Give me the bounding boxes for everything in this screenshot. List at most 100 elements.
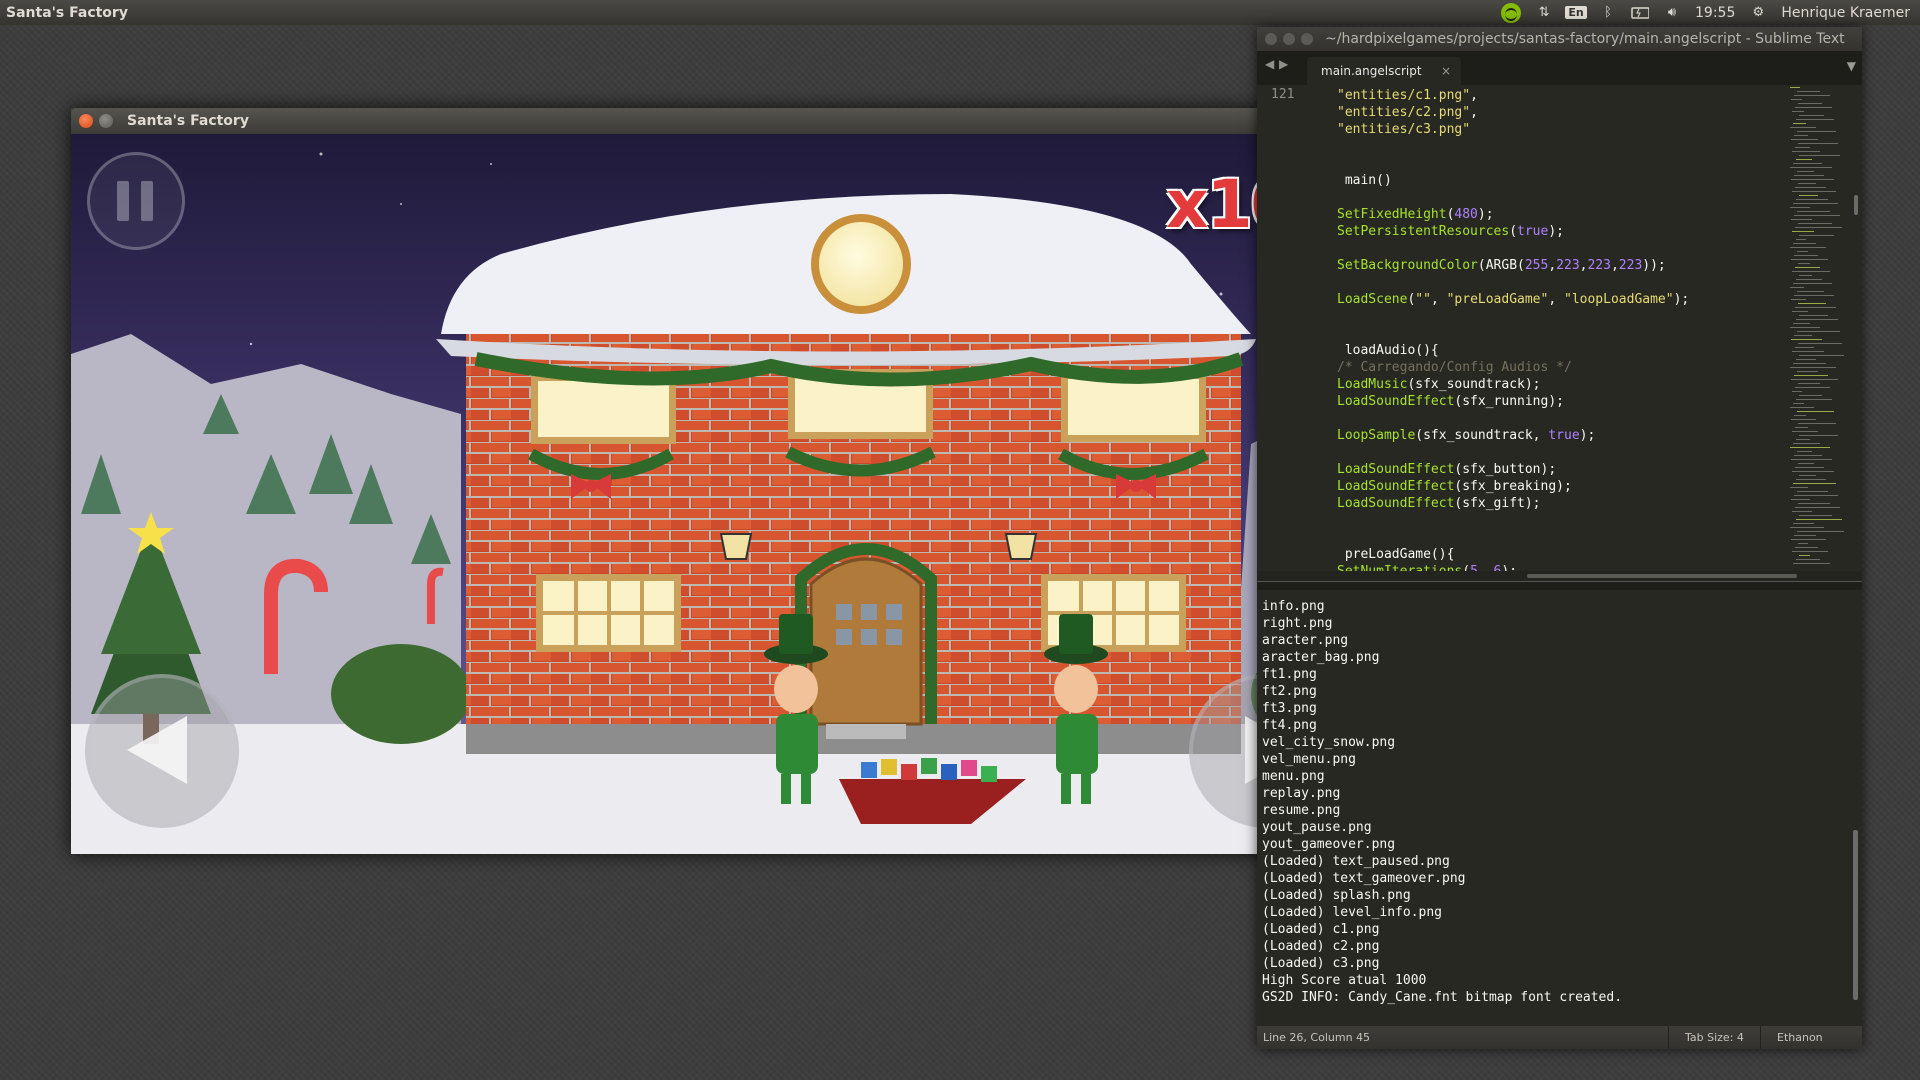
- minimap-line: [1798, 303, 1826, 304]
- volume-icon[interactable]: 🔊︎: [1663, 4, 1681, 22]
- window-minimize-button[interactable]: [99, 114, 113, 128]
- horizontal-scroll-thumb[interactable]: [1527, 574, 1797, 578]
- minimap-line: [1792, 231, 1814, 232]
- minimap-line: [1798, 103, 1822, 104]
- tab-main-angelscript[interactable]: main.angelscript ×: [1307, 57, 1461, 85]
- bluetooth-icon[interactable]: ᛒ: [1599, 4, 1617, 22]
- minimap-line: [1798, 543, 1808, 544]
- window-close-button[interactable]: [1265, 33, 1277, 45]
- keyboard-layout-icon[interactable]: En: [1565, 4, 1587, 22]
- minimap-line: [1793, 443, 1820, 444]
- minimap-line: [1795, 307, 1836, 308]
- active-app-title: Santa's Factory: [6, 4, 128, 21]
- cursor-position: Line 26, Column 45: [1263, 1031, 1371, 1044]
- editor-scrollbar[interactable]: [1854, 195, 1858, 215]
- minimap-line: [1796, 199, 1828, 200]
- minimap-line: [1799, 155, 1840, 156]
- user-name[interactable]: Henrique Kraemer: [1781, 5, 1910, 21]
- minimap-line: [1794, 255, 1818, 256]
- minimap-line: [1798, 263, 1810, 264]
- minimap-line: [1790, 367, 1836, 368]
- minimap-line: [1796, 519, 1842, 520]
- minimap-line: [1791, 259, 1828, 260]
- game-titlebar[interactable]: Santa's Factory: [71, 108, 1351, 134]
- build-console[interactable]: info.png right.png aracter.png aracter_bag.…: [1257, 590, 1862, 1008]
- code-line: LoadSoundEffect(sfx_gift);: [1337, 496, 1541, 511]
- minimap-line: [1799, 555, 1810, 556]
- minimap-line: [1797, 91, 1820, 92]
- minimap-line: [1798, 183, 1816, 184]
- console-line: menu.png: [1262, 769, 1325, 784]
- minimap-line: [1796, 159, 1812, 160]
- minimap-line: [1794, 415, 1806, 416]
- minimap-line: [1794, 375, 1828, 376]
- minimap-line: [1797, 211, 1830, 212]
- code-line: "entities/c2.png",: [1337, 105, 1478, 120]
- console-line: High Score atual 1000: [1262, 973, 1427, 988]
- minimap-line: [1791, 539, 1826, 540]
- window-close-button[interactable]: [79, 114, 93, 128]
- window-minimize-button[interactable]: [1283, 33, 1295, 45]
- minimap-line: [1790, 407, 1814, 408]
- line-gutter: 121: [1257, 85, 1297, 581]
- minimap-line: [1791, 139, 1818, 140]
- minimap-line: [1792, 351, 1824, 352]
- minimap-line: [1797, 291, 1824, 292]
- minimap-line: [1793, 163, 1822, 164]
- minimap-line: [1796, 319, 1838, 320]
- tab-close-icon[interactable]: ×: [1441, 64, 1451, 78]
- battery-icon[interactable]: [1631, 4, 1650, 22]
- minimap-line: [1790, 87, 1800, 88]
- console-line: (Loaded) c2.png: [1262, 939, 1380, 954]
- minimap-line: [1794, 295, 1834, 296]
- code-line: LoadScene("", "preLoadGame", "loopLoadGa…: [1337, 292, 1690, 307]
- minimap-line: [1795, 187, 1826, 188]
- settings-gear-icon[interactable]: ⚙: [1749, 4, 1767, 22]
- code-editor[interactable]: 121 "entities/c1.png", "entities/c2.png",…: [1257, 85, 1862, 581]
- console-line: replay.png: [1262, 786, 1341, 801]
- minimap-line: [1792, 511, 1812, 512]
- minimap-line: [1795, 547, 1818, 548]
- clock[interactable]: 19:55: [1695, 5, 1735, 21]
- editor-horizontal-scrollbar[interactable]: [1257, 571, 1862, 581]
- minimap-line: [1797, 491, 1828, 492]
- console-line: ft2.png: [1262, 684, 1317, 699]
- console-scrollbar[interactable]: [1853, 830, 1858, 1000]
- minimap-line: [1797, 251, 1808, 252]
- code-area[interactable]: "entities/c1.png", "entities/c2.png", "ent…: [1337, 85, 1782, 581]
- tab-prev-icon[interactable]: ◀: [1265, 57, 1274, 71]
- minimap-line: [1797, 531, 1844, 532]
- code-line: /* Carregando/Config Audios */: [1337, 360, 1572, 375]
- game-canvas[interactable]: x10: [71, 134, 1351, 854]
- minimap-line: [1795, 427, 1808, 428]
- console-line: vel_menu.png: [1262, 752, 1356, 767]
- minimap[interactable]: [1790, 85, 1850, 581]
- code-line: SetFixedHeight(480);: [1337, 207, 1494, 222]
- minimap-line: [1796, 119, 1834, 120]
- top-panel: Santa's Factory ⇅ En ᛒ 🔊︎ 19:55 ⚙ Henriq…: [0, 0, 1920, 25]
- minimap-line: [1792, 271, 1830, 272]
- minimap-line: [1795, 387, 1830, 388]
- code-line: LoadMusic(sfx_soundtrack);: [1337, 377, 1541, 392]
- syntax-setting[interactable]: Ethanon: [1760, 1026, 1839, 1049]
- network-transfer-icon[interactable]: ⇅: [1535, 4, 1553, 22]
- pause-button[interactable]: [87, 152, 185, 250]
- console-line: ft1.png: [1262, 667, 1317, 682]
- code-line: LoadSoundEffect(sfx_running);: [1337, 394, 1564, 409]
- console-line: ft3.png: [1262, 701, 1317, 716]
- minimap-line: [1794, 335, 1812, 336]
- tab-next-icon[interactable]: ▶: [1279, 57, 1288, 71]
- sublime-titlebar[interactable]: ~/hardpixelgames/projects/santas-factory…: [1257, 27, 1862, 51]
- minimap-line: [1794, 135, 1808, 136]
- minimap-line: [1793, 363, 1826, 364]
- window-maximize-button[interactable]: [1301, 33, 1313, 45]
- tab-dropdown-icon[interactable]: ▼: [1847, 59, 1856, 73]
- console-line: info.png: [1262, 599, 1325, 614]
- pane-divider[interactable]: [1257, 581, 1862, 590]
- minimap-line: [1790, 487, 1808, 488]
- move-left-button[interactable]: [85, 674, 239, 828]
- spotify-icon[interactable]: [1501, 2, 1522, 23]
- minimap-line: [1798, 223, 1832, 224]
- tab-size-setting[interactable]: Tab Size: 4: [1668, 1026, 1760, 1049]
- minimap-line: [1792, 391, 1802, 392]
